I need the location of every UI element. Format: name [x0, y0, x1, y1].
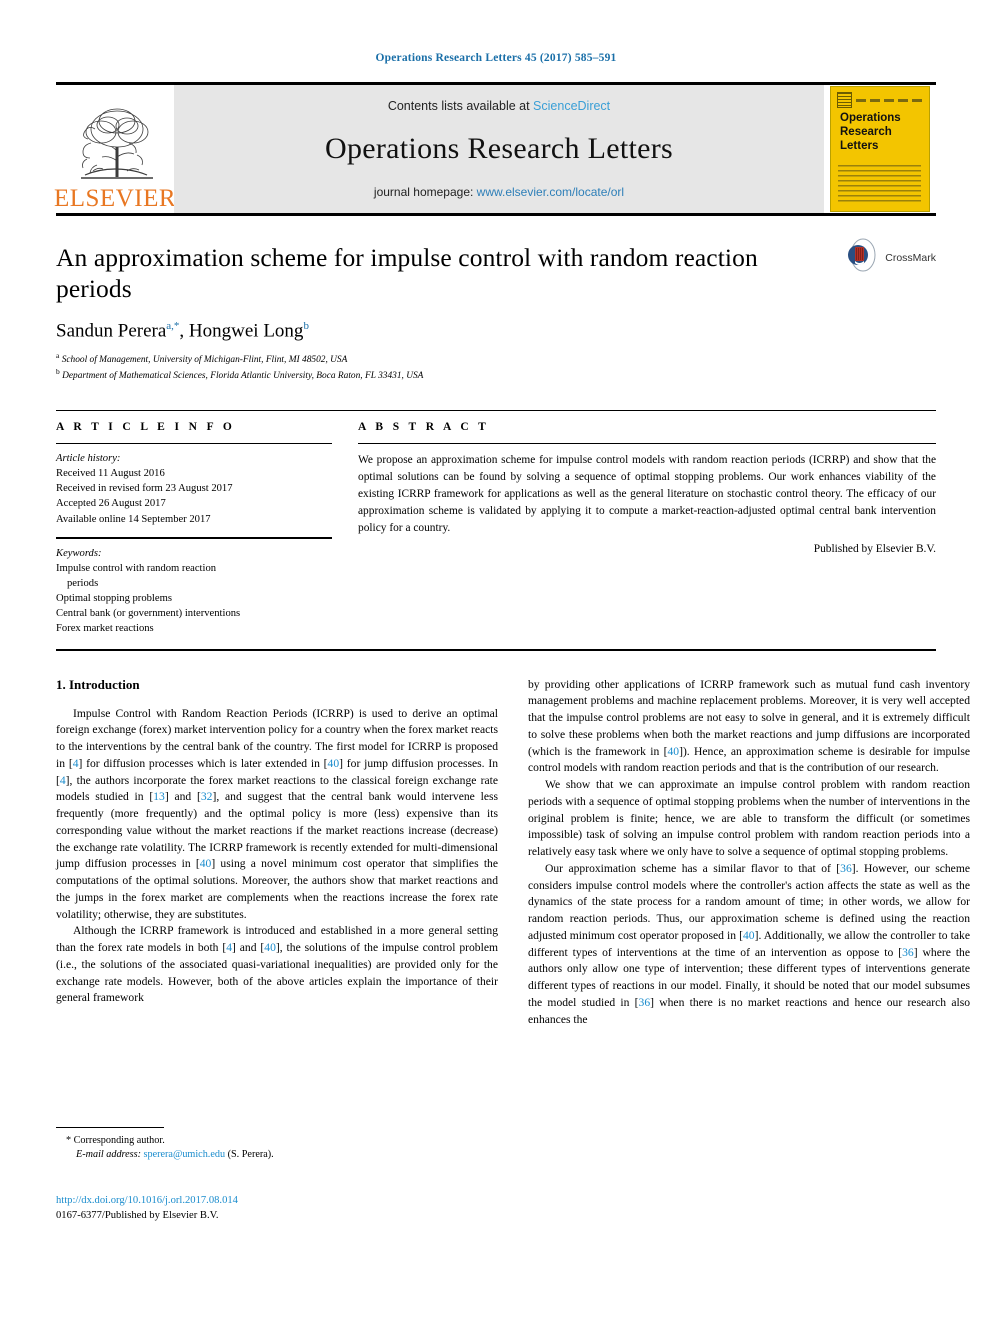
email-label: E-mail address: [76, 1149, 141, 1161]
affiliation-b-text: Department of Mathematical Sciences, Flo… [62, 371, 424, 382]
article-history: Article history: Received 11 August 2016… [56, 451, 332, 527]
citation-link[interactable]: 4 [226, 941, 232, 954]
citation-link[interactable]: 40 [200, 857, 212, 870]
paragraph: Our approximation scheme has a similar f… [528, 861, 970, 1026]
author-list: Sandun Pereraa,*, Hongwei Longb [56, 320, 309, 342]
keyword-item-continuation: periods [67, 578, 99, 590]
keyword-item: Optimal stopping problems [56, 593, 172, 605]
affiliations: a School of Management, University of Mi… [56, 351, 936, 385]
cover-contents-lines [838, 165, 921, 205]
corresponding-author-note: * Corresponding author. E-mail address: … [56, 1134, 498, 1163]
elsevier-logo: ELSEVIER [53, 85, 177, 213]
author-name-2[interactable]: Hongwei Long [189, 321, 304, 342]
citation-link[interactable]: 4 [60, 774, 66, 787]
doi-block: http://dx.doi.org/10.1016/j.orl.2017.08.… [56, 1193, 238, 1223]
elsevier-wordmark: ELSEVIER [53, 185, 177, 212]
affiliation-a: a School of Management, University of Mi… [56, 351, 936, 368]
citation-link[interactable]: 4 [73, 757, 79, 770]
doi-link[interactable]: http://dx.doi.org/10.1016/j.orl.2017.08.… [56, 1193, 238, 1208]
keyword-item: Central bank (or government) interventio… [56, 608, 241, 620]
affiliation-b: b Department of Mathematical Sciences, F… [56, 367, 936, 384]
abstract-rule [358, 443, 936, 445]
keywords-label: Keywords: [56, 547, 102, 559]
history-item: Accepted 26 August 2017 [56, 498, 166, 510]
info-abstract-bottom-rule [56, 648, 936, 651]
article-info-heading: A R T I C L E I N F O [56, 421, 236, 434]
citation-link[interactable]: 40 [743, 929, 755, 942]
affil-a-marker: a [56, 350, 60, 360]
contents-lists-line: Contents lists available at ScienceDirec… [388, 99, 610, 113]
corresponding-label: Corresponding author. [73, 1134, 165, 1146]
paragraph: We show that we can approximate an impul… [528, 778, 970, 859]
email-link[interactable]: sperera@umich.edu [144, 1149, 226, 1160]
body-column-right: by providing other applications of ICRRP… [528, 677, 970, 1029]
cover-barcode-icon [837, 92, 852, 108]
title-block: An approximation scheme for impulse cont… [56, 216, 936, 384]
cover-image: Operations Research Letters [830, 86, 930, 212]
citation-link[interactable]: 36 [902, 946, 914, 959]
abstract-heading: A B S T R A C T [358, 421, 490, 434]
journal-cover-thumbnail: Operations Research Letters [824, 85, 936, 213]
footnote-rule [56, 1126, 164, 1128]
article-info-column: A R T I C L E I N F O Article history: R… [56, 421, 332, 637]
elsevier-tree-icon [67, 99, 163, 185]
email-line: E-mail address: sperera@umich.edu (S. Pe… [66, 1148, 498, 1163]
crossmark-badge[interactable]: CrossMark [846, 238, 936, 277]
abstract-text: We propose an approximation scheme for i… [358, 454, 936, 534]
corresponding-author-line: * Corresponding author. [66, 1134, 498, 1149]
abstract-published-by: Published by Elsevier B.V. [813, 543, 936, 556]
keywords-rule [56, 536, 332, 539]
author-1-affil-marker: a, [166, 320, 174, 333]
abstract-column: A B S T R A C T We propose an approximat… [358, 421, 936, 637]
cover-microtext [856, 98, 923, 102]
paragraph: Although the ICRRP framework is introduc… [56, 924, 498, 1005]
citation-link[interactable]: 32 [201, 790, 213, 803]
citation-link[interactable]: 40 [667, 745, 679, 758]
keywords-block: Keywords: Impulse control with random re… [56, 546, 332, 637]
citation-link[interactable]: 36 [639, 996, 651, 1009]
affiliation-a-text: School of Management, University of Mich… [61, 354, 348, 365]
keyword-item: Impulse control with random reaction [56, 562, 217, 574]
history-item: Received in revised form 23 August 2017 [56, 483, 233, 495]
page-title: An approximation scheme for impulse cont… [56, 243, 758, 304]
paper-page: Operations Research Letters 45 (2017) 58… [0, 0, 992, 1323]
history-item: Received 11 August 2016 [56, 468, 165, 480]
issn-line: 0167-6377/Published by Elsevier B.V. [56, 1209, 219, 1221]
homepage-prefix: journal homepage: [373, 185, 477, 199]
cover-title-text: Operations Research Letters [840, 112, 901, 153]
citation-link[interactable]: 13 [153, 790, 165, 803]
journal-homepage-link[interactable]: www.elsevier.com/locate/orl [477, 185, 624, 199]
body-columns: 1. Introduction Impulse Control with Ran… [56, 676, 970, 1221]
section-heading-introduction: 1. Introduction [56, 676, 140, 692]
article-history-label: Article history: [56, 453, 121, 465]
history-item: Available online 14 September 2017 [56, 513, 211, 525]
sciencedirect-link[interactable]: ScienceDirect [533, 99, 610, 113]
author-name-1[interactable]: Sandun Perera [56, 321, 166, 342]
citation-link[interactable]: 36 [840, 862, 852, 875]
paragraph: by providing other applications of ICRRP… [528, 677, 970, 775]
paragraph: Impulse Control with Random Reaction Per… [56, 706, 498, 921]
keyword-item: Forex market reactions [56, 623, 154, 635]
citation-link[interactable]: 40 [328, 757, 340, 770]
footnote-area: * Corresponding author. E-mail address: … [56, 1126, 498, 1163]
crossmark-label: CrossMark [885, 251, 936, 264]
cover-header-strip [837, 92, 923, 108]
running-head: Operations Research Letters 45 (2017) 58… [375, 52, 617, 64]
citation-link[interactable]: 40 [264, 941, 276, 954]
crossmark-icon [846, 238, 880, 277]
corresponding-marker: * [66, 1134, 72, 1146]
email-suffix: (S. Perera). [227, 1149, 274, 1161]
affil-b-marker: b [56, 367, 60, 377]
journal-banner: ELSEVIER Contents lists available at Sci… [53, 82, 936, 213]
body-column-left: 1. Introduction Impulse Control with Ran… [56, 676, 498, 1221]
article-info-rule [56, 443, 332, 445]
contents-prefix: Contents lists available at [387, 99, 534, 113]
journal-title: Operations Research Letters [325, 132, 673, 165]
banner-center: Contents lists available at ScienceDirec… [174, 85, 824, 213]
author-2-affil-marker: b [303, 320, 309, 333]
journal-homepage-line: journal homepage: www.elsevier.com/locat… [374, 185, 624, 199]
info-abstract-section: A R T I C L E I N F O Article history: R… [56, 410, 936, 637]
corresponding-author-marker: * [173, 320, 180, 333]
